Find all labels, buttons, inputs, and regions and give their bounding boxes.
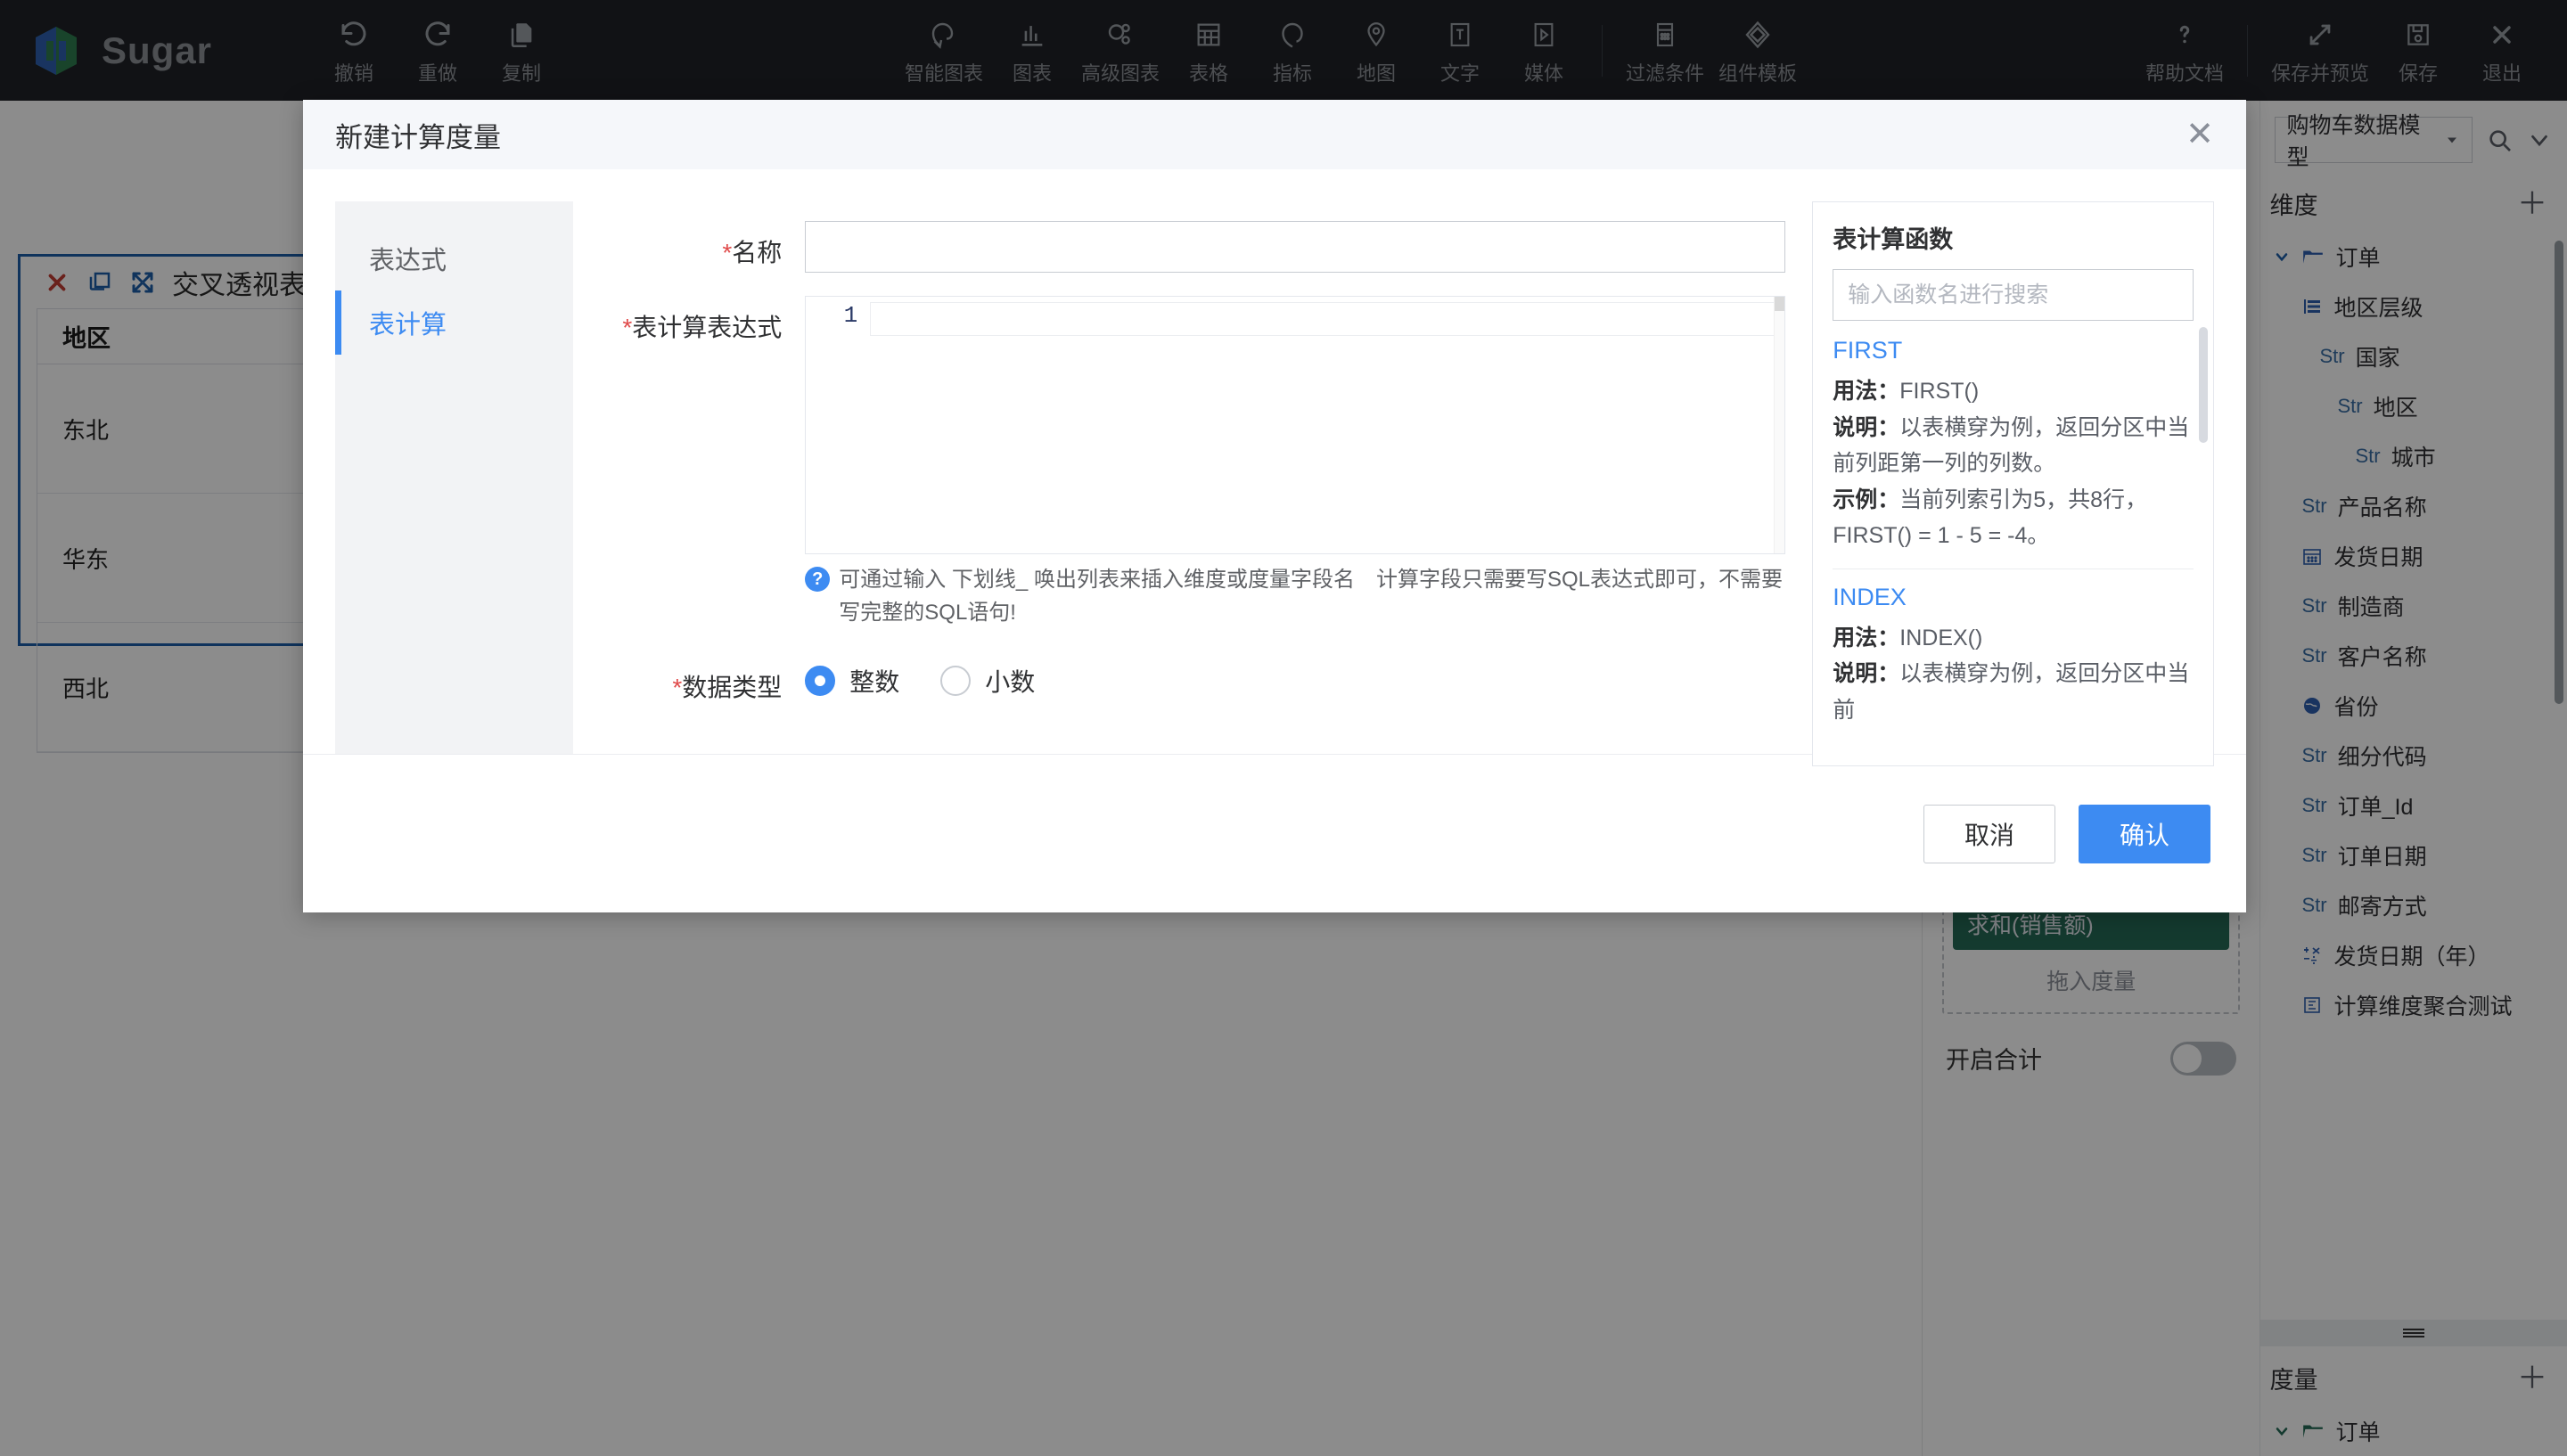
name-field-row: *名称 [573,221,1786,273]
function-example: 示例：当前列索引为5，共8行，FIRST() = 1 - 5 = -4。 [1833,482,2194,554]
question-icon: ? [805,567,831,592]
function-name: FIRST [1833,337,1903,364]
name-label-text: 名称 [732,239,783,266]
function-entry-index[interactable]: INDEX 用法：INDEX() 说明：以表横穿为例，返回分区中当前 [1833,584,2194,729]
expression-code-editor[interactable]: 1 [805,296,1786,554]
expression-label-text: 表计算表达式 [632,314,783,341]
radio-integer[interactable]: 整数 [805,663,899,699]
datatype-label-text: 数据类型 [682,674,783,702]
function-usage: 用法：FIRST() [1833,373,2194,410]
datatype-radio-group: 整数 小数 [805,652,1035,699]
tab-expression[interactable]: 表达式 [335,226,573,290]
function-panel-title: 表计算函数 [1833,226,1954,253]
radio-integer-dot[interactable] [805,666,836,697]
expression-hint: ? 可通过输入 下划线_ 唤出列表来插入维度或度量字段名 计算字段只需要写SQL… [805,563,1785,629]
code-input-area[interactable] [870,297,1784,553]
function-reference-panel: 表计算函数 FIRST 用法：FIRST() 说明：以表横穿为例，返回分区中当前… [1812,201,2214,766]
function-list: FIRST 用法：FIRST() 说明：以表横穿为例，返回分区中当前列距第一列的… [1833,337,2194,728]
dialog-title: 新建计算度量 [335,121,501,153]
tab-expression-label: 表达式 [369,247,447,275]
radio-decimal-dot[interactable] [940,666,972,697]
code-active-line[interactable] [870,302,1784,336]
desc-label: 说明： [1833,414,1900,440]
radio-decimal[interactable]: 小数 [940,663,1035,699]
code-scrollbar[interactable] [1774,297,1785,553]
function-list-scrollbar[interactable] [2199,327,2208,443]
usage-label: 用法： [1833,379,1900,404]
function-entry-first[interactable]: FIRST 用法：FIRST() 说明：以表横穿为例，返回分区中当前列距第一列的… [1833,337,2194,554]
dialog-footer: 取消 确认 [303,754,2246,912]
radio-decimal-label: 小数 [985,668,1036,697]
cancel-button[interactable]: 取消 [1923,804,2055,863]
expression-label: *表计算表达式 [573,296,805,344]
name-label: *名称 [573,221,805,269]
desc-label: 说明： [1833,661,1900,686]
code-scrollbar-thumb[interactable] [1775,297,1785,311]
required-asterisk: * [622,314,633,341]
dialog-header: 新建计算度量 ✕ [303,100,2246,169]
name-input[interactable] [805,221,1786,273]
example-label: 示例： [1833,487,1900,512]
tab-table-calculation-label: 表计算 [369,311,447,339]
dialog-body: 表达式 表计算 *名称 *表计算表达式 1 ? 可通过输入 下划线_ 唤出列表来… [303,169,2246,766]
function-search-input[interactable] [1833,269,2194,321]
tab-table-calculation[interactable]: 表计算 [335,290,573,355]
dialog-tabs: 表达式 表计算 [335,201,574,754]
expression-field-row: *表计算表达式 1 ? 可通过输入 下划线_ 唤出列表来插入维度或度量字段名 计… [573,296,1786,629]
usage-value: INDEX() [1899,625,1983,650]
expression-hint-text: 可通过输入 下划线_ 唤出列表来插入维度或度量字段名 计算字段只需要写SQL表达… [839,568,1783,626]
confirm-button[interactable]: 确认 [2079,804,2210,863]
required-asterisk: * [672,674,683,702]
datatype-label: *数据类型 [573,652,805,704]
new-calculated-measure-dialog: 新建计算度量 ✕ 表达式 表计算 *名称 *表计算表达式 1 ? 可通过输入 下… [303,100,2246,912]
function-divider [1833,568,2194,569]
close-icon[interactable]: ✕ [2186,118,2214,151]
radio-integer-label: 整数 [849,668,900,697]
line-number: 1 [843,302,858,329]
usage-label: 用法： [1833,625,1900,650]
datatype-field-row: *数据类型 整数 小数 [573,652,1785,704]
usage-value: FIRST() [1899,379,1980,404]
dialog-form: *名称 *表计算表达式 1 ? 可通过输入 下划线_ 唤出列表来插入维度或度量字… [573,201,1786,754]
function-usage: 用法：INDEX() [1833,620,2194,657]
required-asterisk: * [722,239,733,266]
function-description: 说明：以表横穿为例，返回分区中当前 [1833,656,2194,728]
function-name: INDEX [1833,583,1907,610]
function-description: 说明：以表横穿为例，返回分区中当前列距第一列的列数。 [1833,410,2194,482]
